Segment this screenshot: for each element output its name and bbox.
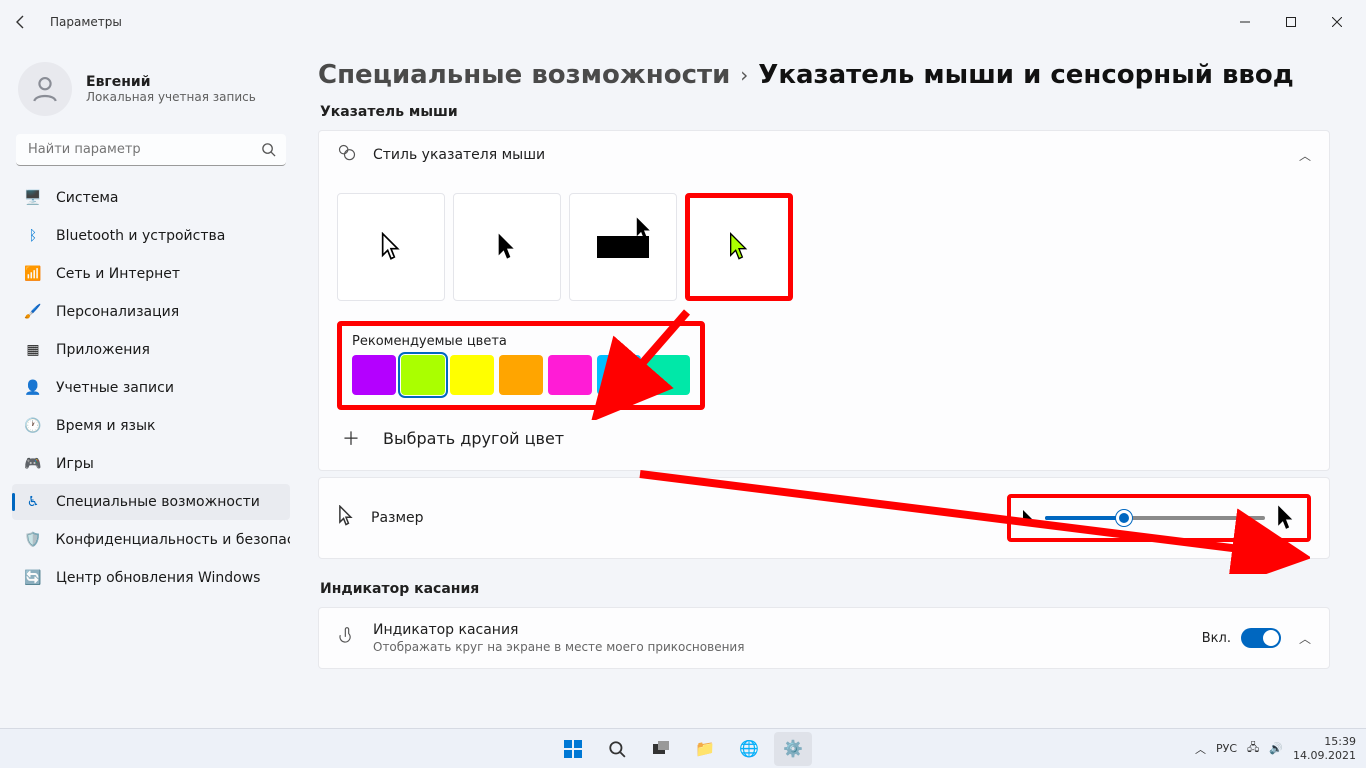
color-swatch-0[interactable] xyxy=(352,355,396,395)
sidebar-item-system[interactable]: 🖥️Система xyxy=(12,180,290,216)
touch-toggle[interactable] xyxy=(1241,628,1281,648)
apps-icon: ▦ xyxy=(24,341,42,359)
size-slider-wrap xyxy=(1007,494,1311,542)
card-pointer-style: Стиль указателя мыши ︿ xyxy=(318,130,1330,471)
card-touch-indicator[interactable]: Индикатор касания Отображать круг на экр… xyxy=(318,607,1330,669)
pick-other-label: Выбрать другой цвет xyxy=(383,429,564,448)
close-button[interactable] xyxy=(1314,6,1360,38)
style-option-white[interactable] xyxy=(337,193,445,301)
minimize-button[interactable] xyxy=(1222,6,1268,38)
breadcrumb: Специальные возможности › Указатель мыши… xyxy=(318,60,1330,90)
recommended-colors-block: Рекомендуемые цвета xyxy=(337,321,705,410)
color-swatch-1[interactable] xyxy=(401,355,445,395)
main-content: Специальные возможности › Указатель мыши… xyxy=(300,44,1366,728)
tray-clock[interactable]: 15:39 14.09.2021 xyxy=(1293,735,1356,761)
window-title: Параметры xyxy=(50,15,122,29)
breadcrumb-parent[interactable]: Специальные возможности xyxy=(318,60,730,90)
taskbar: 📁 🌐 ⚙️ ︿ РУС 🖧 🔊 15:39 14.09.2021 xyxy=(0,728,1366,768)
tray-language[interactable]: РУС xyxy=(1216,742,1237,755)
folder-icon: 📁 xyxy=(695,739,715,758)
edge-icon: 🌐 xyxy=(739,739,759,758)
style-option-inverted[interactable] xyxy=(569,193,677,301)
size-slider[interactable] xyxy=(1045,516,1265,520)
size-label: Размер xyxy=(371,510,424,526)
user-name: Евгений xyxy=(86,74,256,90)
gear-icon: ⚙️ xyxy=(783,739,803,758)
sidebar-item-time[interactable]: 🕐Время и язык xyxy=(12,408,290,444)
monitor-icon: 🖥️ xyxy=(24,189,42,207)
account-header[interactable]: Евгений Локальная учетная запись xyxy=(12,56,290,130)
tray-volume-icon[interactable]: 🔊 xyxy=(1269,742,1283,755)
sidebar-item-privacy[interactable]: 🛡️Конфиденциальность и безопас xyxy=(12,522,290,558)
search-icon xyxy=(261,142,276,161)
taskbar-edge[interactable]: 🌐 xyxy=(730,732,768,766)
tray-network-icon[interactable]: 🖧 xyxy=(1247,739,1259,758)
shield-icon: 🛡️ xyxy=(24,531,41,549)
plus-icon: ＋ xyxy=(337,424,365,452)
maximize-button[interactable] xyxy=(1268,6,1314,38)
accessibility-icon: ♿ xyxy=(24,493,42,511)
color-swatch-4[interactable] xyxy=(548,355,592,395)
tray-overflow-icon[interactable]: ︿ xyxy=(1195,741,1206,757)
back-button[interactable] xyxy=(6,7,36,37)
wifi-icon: 📶 xyxy=(24,265,42,283)
chevron-right-icon: › xyxy=(740,63,748,87)
taskbar-pinned: 📁 🌐 ⚙️ xyxy=(554,732,812,766)
taskbar-settings[interactable]: ⚙️ xyxy=(774,732,812,766)
pointer-style-icon xyxy=(337,143,357,167)
person-icon: 👤 xyxy=(24,379,42,397)
color-swatch-6[interactable] xyxy=(646,355,690,395)
user-sub: Локальная учетная запись xyxy=(86,90,256,104)
search-box xyxy=(16,134,286,166)
taskbar-explorer[interactable]: 📁 xyxy=(686,732,724,766)
taskbar-tray: ︿ РУС 🖧 🔊 15:39 14.09.2021 xyxy=(1195,735,1356,761)
sidebar-item-update[interactable]: 🔄Центр обновления Windows xyxy=(12,560,290,596)
sidebar-item-accounts[interactable]: 👤Учетные записи xyxy=(12,370,290,406)
section-pointer-label: Указатель мыши xyxy=(320,104,1330,120)
style-option-black[interactable] xyxy=(453,193,561,301)
search-input[interactable] xyxy=(16,134,286,166)
card-pointer-size: Размер xyxy=(318,477,1330,559)
sidebar-item-personalization[interactable]: 🖌️Персонализация xyxy=(12,294,290,330)
small-cursor-icon xyxy=(1021,509,1035,527)
large-cursor-icon xyxy=(1275,504,1297,532)
page-title: Указатель мыши и сенсорный ввод xyxy=(758,60,1293,90)
sidebar-item-apps[interactable]: ▦Приложения xyxy=(12,332,290,368)
color-swatches xyxy=(352,355,690,395)
chevron-up-icon: ︿ xyxy=(1299,147,1311,164)
gamepad-icon: 🎮 xyxy=(24,455,42,473)
section-touch-label: Индикатор касания xyxy=(320,581,1330,597)
slider-thumb[interactable] xyxy=(1116,510,1132,526)
sidebar-item-games[interactable]: 🎮Игры xyxy=(12,446,290,482)
avatar xyxy=(18,62,72,116)
color-swatch-5[interactable] xyxy=(597,355,641,395)
card-title: Стиль указателя мыши xyxy=(373,147,1283,163)
touch-sub: Отображать круг на экране в месте моего … xyxy=(373,640,1186,654)
sidebar-item-bluetooth[interactable]: ᛒBluetooth и устройства xyxy=(12,218,290,254)
style-option-custom[interactable] xyxy=(685,193,793,301)
clock-icon: 🕐 xyxy=(24,417,42,435)
cursor-icon xyxy=(337,505,355,531)
bluetooth-icon: ᛒ xyxy=(24,227,42,245)
recommended-colors-label: Рекомендуемые цвета xyxy=(352,334,690,349)
color-swatch-2[interactable] xyxy=(450,355,494,395)
chevron-up-icon: ︿ xyxy=(1299,630,1311,647)
taskbar-taskview[interactable] xyxy=(642,732,680,766)
sidebar-item-accessibility[interactable]: ♿Специальные возможности xyxy=(12,484,290,520)
style-options-row xyxy=(319,179,1329,315)
brush-icon: 🖌️ xyxy=(24,303,42,321)
start-button[interactable] xyxy=(554,732,592,766)
sidebar-item-network[interactable]: 📶Сеть и Интернет xyxy=(12,256,290,292)
taskbar-search[interactable] xyxy=(598,732,636,766)
titlebar: Параметры xyxy=(0,0,1366,44)
touch-icon xyxy=(337,625,357,651)
pick-other-color-row[interactable]: ＋ Выбрать другой цвет xyxy=(319,410,1329,470)
card-header-style[interactable]: Стиль указателя мыши ︿ xyxy=(319,131,1329,179)
toggle-state-label: Вкл. xyxy=(1202,631,1231,646)
nav-list: 🖥️Система ᛒBluetooth и устройства 📶Сеть … xyxy=(12,180,290,596)
update-icon: 🔄 xyxy=(24,569,42,587)
touch-title: Индикатор касания xyxy=(373,622,1186,638)
sidebar: Евгений Локальная учетная запись 🖥️Систе… xyxy=(0,44,300,728)
color-swatch-3[interactable] xyxy=(499,355,543,395)
